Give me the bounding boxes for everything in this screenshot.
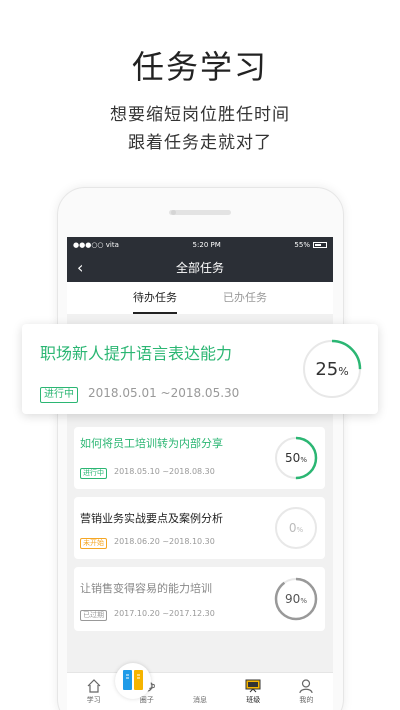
task-tabs: 待办任务 已办任务: [67, 282, 333, 314]
user-icon: [299, 679, 314, 693]
status-time: 5:20 PM: [192, 240, 221, 249]
phone-speaker: [169, 210, 231, 215]
progress-value: 25: [315, 358, 339, 380]
home-icon: [87, 679, 101, 693]
nav-item-mine[interactable]: 我的: [280, 673, 333, 710]
status-badge: 进行中: [40, 387, 78, 403]
nav-label-mine: 我的: [299, 696, 314, 704]
page-title: 全部任务: [175, 260, 224, 275]
task-title: 如何将员工培训转为内部分享: [80, 437, 223, 450]
progress-unit: %: [296, 525, 304, 534]
progress-ring: 90%: [274, 577, 318, 621]
tab-completed[interactable]: 已办任务: [223, 282, 267, 314]
progress-unit: %: [338, 364, 349, 378]
task-card[interactable]: 如何将员工培训转为内部分享 进行中 2018.05.10 ~2018.08.30…: [74, 427, 325, 489]
nav-bar: ‹ 全部任务: [67, 252, 333, 282]
progress-ring: 50%: [274, 436, 318, 480]
phone-speaker-dot: [171, 210, 176, 215]
back-arrow-icon[interactable]: ‹: [77, 258, 83, 277]
battery-indicator: 55%: [294, 241, 327, 249]
progress-value: 90: [285, 592, 301, 606]
task-title: 让销售变得容易的能力培训: [80, 582, 212, 595]
nav-label-message: 消息: [193, 696, 207, 704]
tab-pending[interactable]: 待办任务: [133, 282, 177, 314]
bottom-nav: 学习 圈子 消息 班级 我的: [67, 672, 333, 710]
task-title: 营销业务实战要点及案例分析: [80, 512, 223, 525]
task-card[interactable]: 营销业务实战要点及案例分析 未开始 2018.06.20 ~2018.10.30…: [74, 497, 325, 559]
nav-item-study[interactable]: 学习: [67, 673, 120, 710]
task-date: 2017.10.20 ~2017.12.30: [114, 609, 215, 618]
task-date: 2018.06.20 ~2018.10.30: [114, 537, 215, 546]
progress-ring: 0%: [274, 506, 318, 550]
class-icon: [245, 679, 261, 693]
task-card[interactable]: 让销售变得容易的能力培训 已过期 2017.10.20 ~2017.12.30 …: [74, 567, 325, 631]
battery-icon: [312, 241, 327, 248]
message-icon: [123, 670, 143, 690]
carrier-text: ●●●○○ vita: [73, 240, 119, 249]
progress-unit: %: [300, 455, 307, 464]
featured-task-date: 2018.05.01 ~2018.05.30: [88, 386, 240, 400]
featured-task-title: 职场新人提升语言表达能力: [40, 344, 233, 363]
progress-unit: %: [300, 596, 307, 605]
promo-title: 任务学习: [131, 48, 268, 86]
progress-value: 50: [285, 451, 301, 465]
nav-label-class: 班级: [246, 696, 261, 704]
progress-ring: 25%: [302, 339, 362, 399]
task-date: 2018.05.10 ~2018.08.30: [114, 467, 215, 476]
promo-line-2: 跟着任务走就对了: [128, 133, 272, 153]
status-bar: ●●●○○ vita 5:20 PM 55%: [67, 237, 333, 252]
status-badge: 已过期: [80, 610, 107, 621]
status-badge: 未开始: [80, 538, 107, 549]
message-center-button[interactable]: [115, 663, 151, 699]
nav-item-class[interactable]: 班级: [227, 673, 280, 710]
promo-line-1: 想要缩短岗位胜任时间: [110, 105, 290, 125]
nav-item-message[interactable]: 消息: [173, 673, 226, 710]
progress-value: 0: [288, 521, 297, 535]
featured-task-card[interactable]: 职场新人提升语言表达能力 进行中 2018.05.01 ~2018.05.30 …: [22, 324, 378, 414]
nav-label-study: 学习: [86, 696, 101, 704]
status-badge: 进行中: [80, 468, 107, 479]
